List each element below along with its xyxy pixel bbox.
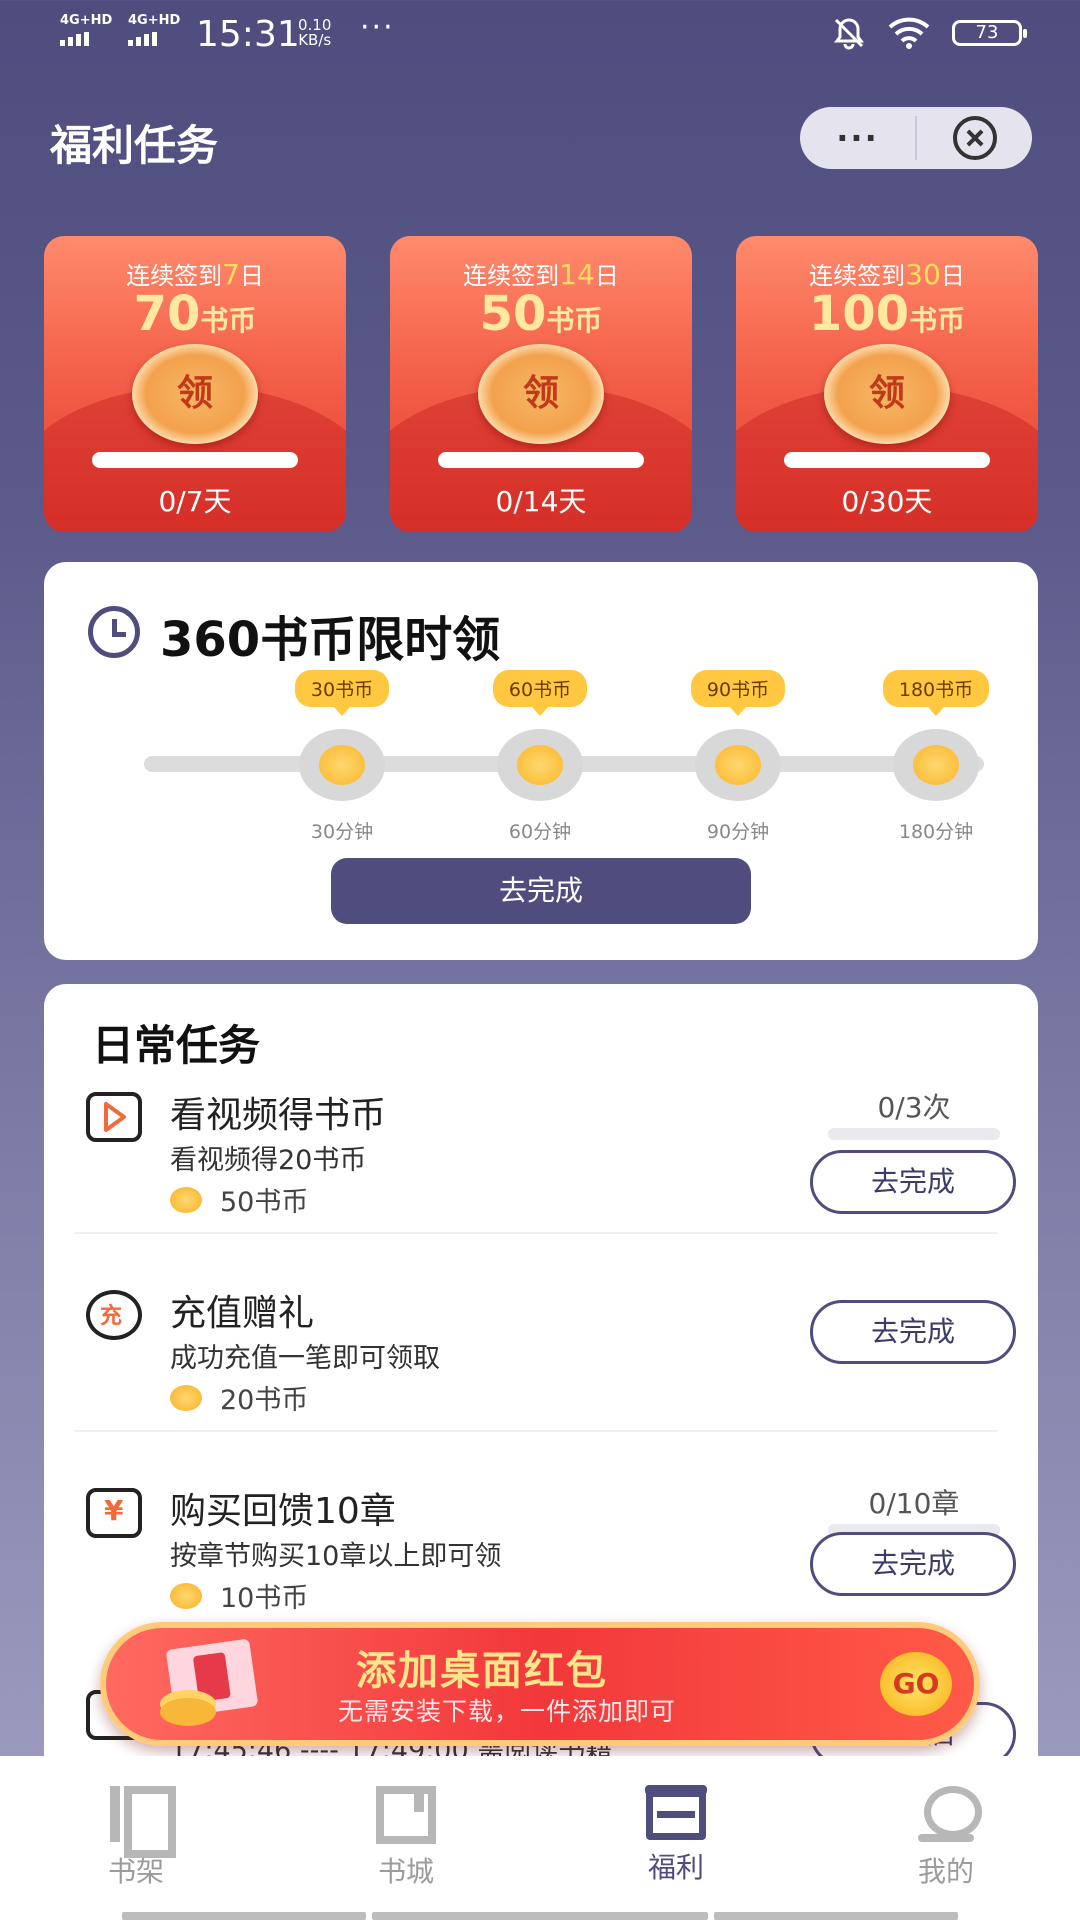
sign-in-card-14[interactable]: 连续签到14日 50书币 领 0/14天: [390, 236, 692, 532]
bottom-nav: 书架 书城 福利 我的: [0, 1756, 1080, 1920]
stage-reward-bubble: 180书币: [882, 670, 990, 716]
gift-icon: [160, 1634, 264, 1734]
yuan-icon: ¥: [86, 1488, 142, 1538]
recharge-icon: 充: [86, 1290, 142, 1340]
nav-label: 我的: [917, 1855, 974, 1888]
coin-icon: [695, 729, 781, 801]
divider: [74, 1232, 998, 1234]
status-time: 15:31: [196, 14, 300, 55]
stage-reward-bubble: 90书币: [690, 670, 786, 716]
net-speed-unit: KB/s: [298, 31, 332, 49]
sign-in-progress-bar: [92, 452, 298, 468]
task-complete-button[interactable]: 去完成: [810, 1150, 1016, 1214]
task-progress-bar: [828, 1128, 1000, 1140]
task-desc: 按章节购买10章以上即可领: [170, 1541, 502, 1572]
welfare-icon: [645, 1785, 707, 1840]
stage-time-label: 180分钟: [898, 821, 974, 843]
miniapp-capsule: ···: [800, 107, 1032, 169]
sign-in-progress-bar: [784, 452, 990, 468]
claim-coin-button[interactable]: 领: [824, 344, 950, 444]
sim1-label: 4G+HD: [60, 13, 113, 28]
task-reward: 10书币: [170, 1576, 308, 1615]
task-name: 充值赠礼: [170, 1293, 315, 1334]
bell-muted-icon: [834, 18, 864, 50]
stage-60min: 60书币 60分钟: [465, 670, 615, 844]
task-reward: 20书币: [170, 1378, 308, 1417]
sign-in-progress-text: 0/14天: [495, 485, 587, 518]
daily-title: 日常任务: [92, 1021, 261, 1070]
stage-reward-bubble: 30书币: [294, 670, 390, 716]
stage-time-label: 30分钟: [310, 821, 374, 843]
task-reward: 50书币: [170, 1180, 308, 1219]
sign-in-card-30[interactable]: 连续签到30日 100书币 领 0/30天: [736, 236, 1038, 532]
stage-time-label: 90分钟: [706, 821, 770, 843]
home-indicator: [372, 1912, 708, 1920]
sign-in-reward: 100书币: [808, 286, 966, 342]
video-play-icon: [86, 1092, 142, 1142]
more-button[interactable]: ···: [800, 122, 915, 154]
nav-welfare[interactable]: 福利: [606, 1785, 746, 1886]
task-desc: 看视频得20书币: [170, 1145, 367, 1176]
coin-icon: [170, 1582, 202, 1609]
status-more-dots: ···: [360, 10, 395, 45]
signal-sim1: 4G+HD: [60, 14, 112, 46]
stage-reward-bubble: 60书币: [492, 670, 588, 716]
wifi-icon: [888, 17, 930, 49]
status-bar: 4G+HD 4G+HD 15:31 0.10 KB/s ··· 73: [0, 0, 1080, 70]
stage-30min: 30书币 30分钟: [267, 670, 417, 844]
home-indicator: [714, 1912, 958, 1920]
bookshelf-icon: [106, 1786, 176, 1858]
go-button[interactable]: GO: [880, 1652, 952, 1716]
close-button[interactable]: [917, 116, 1032, 160]
profile-icon: [916, 1786, 982, 1844]
sim2-label: 4G+HD: [128, 13, 181, 28]
status-icons: 73: [832, 16, 1027, 50]
limited-time-card: 360书币限时领 30书币 30分钟 60书币 60分钟 90书币 90分钟 1…: [44, 562, 1038, 960]
task-name: 购买回馈10章: [170, 1491, 396, 1532]
signal-bars-icon: [128, 32, 180, 46]
clock-icon: [88, 606, 140, 658]
coin-icon: [893, 729, 979, 801]
nav-mine[interactable]: 我的: [876, 1786, 1016, 1890]
bookstore-icon: [376, 1786, 436, 1844]
divider: [74, 1430, 998, 1432]
signal-sim2: 4G+HD: [128, 14, 180, 46]
sign-in-progress-bar: [438, 452, 644, 468]
limited-complete-button[interactable]: 去完成: [331, 858, 751, 924]
nav-bookshelf[interactable]: 书架: [66, 1786, 206, 1890]
task-desc: 成功充值一笔即可领取: [170, 1343, 440, 1374]
task-complete-button[interactable]: 去完成: [810, 1532, 1016, 1596]
coin-icon: [299, 729, 385, 801]
task-name: 看视频得书币: [170, 1095, 387, 1136]
stage-time-label: 60分钟: [508, 821, 572, 843]
coin-icon: [170, 1384, 202, 1411]
coin-icon: [497, 729, 583, 801]
nav-label: 书城: [377, 1855, 434, 1888]
sign-in-card-7[interactable]: 连续签到7日 70书币 领 0/7天: [44, 236, 346, 532]
sign-in-progress-text: 0/7天: [158, 485, 232, 518]
net-speed: 0.10 KB/s: [298, 18, 331, 48]
close-icon: [952, 116, 997, 160]
sign-in-progress-text: 0/30天: [841, 485, 933, 518]
nav-bookstore[interactable]: 书城: [336, 1786, 476, 1890]
signal-bars-icon: [60, 32, 112, 46]
banner-subtitle: 无需安装下载，一件添加即可: [338, 1697, 677, 1726]
limited-title: 360书币限时领: [160, 612, 501, 668]
stage-180min: 180书币 180分钟: [861, 670, 1011, 844]
stage-90min: 90书币 90分钟: [663, 670, 813, 844]
sign-in-reward: 50书币: [479, 286, 603, 342]
home-indicator: [122, 1912, 366, 1920]
task-progress: 0/3次: [877, 1091, 951, 1124]
battery-icon: 73: [952, 20, 1027, 46]
banner-title: 添加桌面红包: [356, 1648, 608, 1694]
sign-in-reward: 70书币: [133, 286, 257, 342]
claim-coin-button[interactable]: 领: [132, 344, 258, 444]
page-title: 福利任务: [50, 121, 219, 170]
coin-icon: [170, 1186, 202, 1213]
task-progress: 0/10章: [868, 1487, 960, 1520]
claim-coin-button[interactable]: 领: [478, 344, 604, 444]
add-desktop-redpacket-banner[interactable]: 添加桌面红包 无需安装下载，一件添加即可 GO: [100, 1622, 980, 1746]
nav-label: 福利: [647, 1851, 704, 1884]
task-complete-button[interactable]: 去完成: [810, 1300, 1016, 1364]
